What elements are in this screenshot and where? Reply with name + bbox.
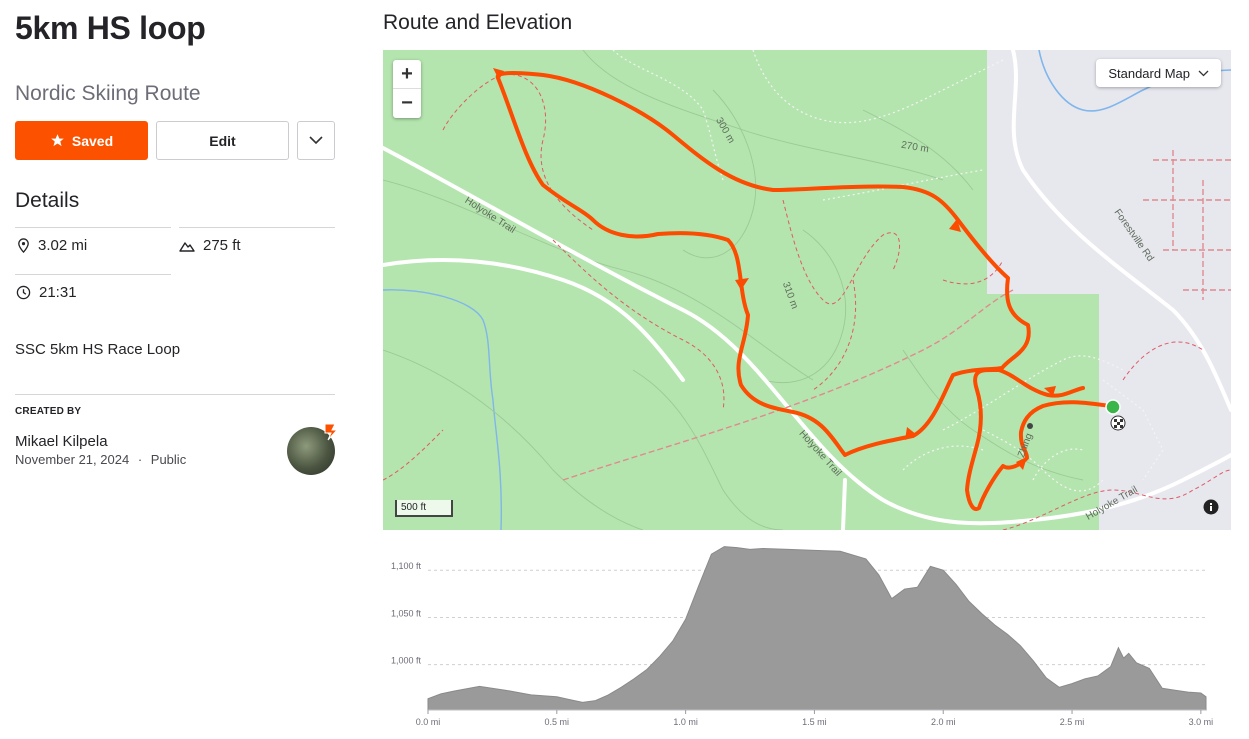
distance-stat: 3.02 mi — [17, 237, 87, 254]
distance-value: 3.02 mi — [38, 237, 88, 254]
more-options-button[interactable] — [297, 121, 335, 160]
clock-icon — [16, 285, 31, 300]
y-tick-label: 1,050 ft — [391, 608, 422, 618]
divider — [179, 227, 335, 228]
time-value: 21:31 — [39, 284, 77, 301]
route-meta: November 21, 2024 · Public — [15, 452, 186, 467]
divider — [15, 274, 171, 275]
map-scale: 500 ft — [395, 500, 453, 517]
route-description: SSC 5km HS Race Loop — [15, 341, 181, 358]
route-elevation-heading: Route and Elevation — [383, 11, 573, 34]
elevation-chart[interactable]: 1,000 ft 1,050 ft 1,100 ft 0.0 mi 0.5 mi 1.0 … — [383, 540, 1231, 739]
map-type-select[interactable]: Standard Map — [1096, 59, 1221, 87]
info-icon[interactable] — [1203, 499, 1219, 515]
saved-button-label: Saved — [71, 132, 114, 149]
x-tick-label: 3.0 mi — [1189, 717, 1214, 727]
created-by-heading: CREATED BY — [15, 406, 82, 417]
x-tick-label: 2.5 mi — [1060, 717, 1085, 727]
edit-button[interactable]: Edit — [156, 121, 289, 160]
zoom-controls: + − — [393, 60, 421, 118]
x-tick-label: 1.5 mi — [802, 717, 827, 727]
x-tick-label: 0.5 mi — [545, 717, 570, 727]
divider — [15, 394, 335, 395]
x-tick-label: 2.0 mi — [931, 717, 956, 727]
time-stat: 21:31 — [16, 284, 77, 301]
zoom-out-button[interactable]: − — [393, 89, 421, 118]
map-canvas — [383, 50, 1231, 530]
chevron-down-icon — [1198, 70, 1209, 76]
saved-button[interactable]: Saved — [15, 121, 148, 160]
elevation-gain-value: 275 ft — [203, 237, 241, 254]
start-marker-icon — [1105, 399, 1121, 415]
mountain-icon — [179, 241, 195, 252]
meta-separator: · — [137, 452, 143, 467]
x-tick-label: 1.0 mi — [673, 717, 698, 727]
route-map[interactable]: Holyoke Trail Holyoke Trail Holyoke Trai… — [383, 50, 1231, 530]
finish-flag-icon — [1110, 415, 1126, 431]
map-type-label: Standard Map — [1108, 65, 1190, 81]
divider — [15, 227, 171, 228]
route-sport-type: Nordic Skiing Route — [15, 82, 201, 105]
zoom-in-button[interactable]: + — [393, 60, 421, 89]
y-tick-label: 1,000 ft — [391, 656, 422, 666]
details-heading: Details — [15, 189, 80, 212]
chevron-down-icon — [309, 136, 323, 145]
y-tick-label: 1,100 ft — [391, 561, 422, 571]
star-icon — [51, 134, 64, 147]
route-title: 5km HS loop — [15, 10, 206, 46]
elevation-stat: 275 ft — [179, 237, 241, 254]
created-date: November 21, 2024 — [15, 452, 130, 467]
author-name[interactable]: Mikael Kilpela — [15, 433, 108, 450]
visibility-label: Public — [150, 452, 187, 467]
location-pin-icon — [18, 238, 29, 253]
x-tick-label: 0.0 mi — [416, 717, 441, 727]
subscriber-badge-icon — [324, 423, 339, 441]
elevation-area — [427, 546, 1207, 711]
